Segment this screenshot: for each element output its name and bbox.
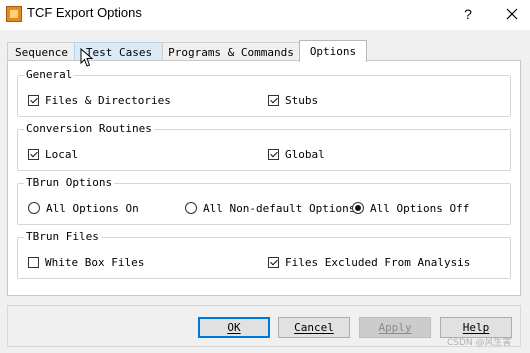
tbrun-files-title: TBrun Files: [24, 230, 101, 244]
watermark: CSDN @风生害: [447, 338, 512, 348]
general-group: General Files & Directories Stubs: [17, 68, 511, 117]
general-group-title: General: [24, 68, 75, 82]
ok-button[interactable]: OK: [198, 317, 270, 338]
global-checkbox[interactable]: [268, 148, 279, 160]
cancel-button[interactable]: Cancel: [278, 317, 350, 338]
tbrun-options-title: TBrun Options: [24, 176, 115, 190]
files-directories-checkbox[interactable]: [28, 94, 39, 106]
stubs-checkbox[interactable]: [268, 94, 279, 106]
all-options-off-option[interactable]: All Options Off: [352, 201, 469, 215]
help-button-label: Help: [462, 321, 490, 334]
files-directories-option[interactable]: Files & Directories: [28, 93, 171, 107]
window-title: TCF Export Options: [27, 5, 142, 20]
mouse-cursor-icon: [80, 48, 94, 67]
white-box-files-label: White Box Files: [45, 255, 145, 269]
all-non-default-radio[interactable]: [185, 202, 197, 214]
ok-button-label: OK: [227, 321, 241, 334]
tab-programs-commands[interactable]: Programs & Commands: [162, 42, 300, 61]
files-excluded-option[interactable]: Files Excluded From Analysis: [268, 255, 470, 269]
tbrun-options-group: TBrun Options All Options On All Non-def…: [17, 176, 511, 225]
all-options-on-option[interactable]: All Options On: [28, 201, 139, 215]
app-icon: [6, 6, 22, 22]
close-icon[interactable]: [497, 2, 527, 26]
all-options-off-radio[interactable]: [352, 202, 364, 214]
all-non-default-option[interactable]: All Non-default Options: [185, 201, 355, 215]
tbrun-files-group: TBrun Files White Box Files Files Exclud…: [17, 230, 511, 279]
help-icon[interactable]: ?: [455, 2, 481, 26]
all-options-on-radio[interactable]: [28, 202, 40, 214]
all-options-on-label: All Options On: [46, 201, 139, 215]
button-bar: OK Cancel Apply Help: [7, 305, 521, 347]
local-label: Local: [45, 147, 79, 161]
stubs-label: Stubs: [285, 93, 319, 107]
cancel-button-label: Cancel: [294, 321, 334, 334]
conversion-group-title: Conversion Routines: [24, 122, 154, 136]
title-bar: TCF Export Options ?: [0, 0, 530, 30]
local-option[interactable]: Local: [28, 147, 78, 161]
options-panel: General Files & Directories Stubs Conver…: [7, 60, 521, 296]
local-checkbox[interactable]: [28, 148, 39, 160]
apply-button[interactable]: Apply: [359, 317, 431, 338]
apply-button-label: Apply: [378, 321, 412, 334]
white-box-files-checkbox[interactable]: [28, 256, 39, 268]
tab-sequence[interactable]: Sequence: [7, 42, 76, 61]
all-options-off-label: All Options Off: [370, 201, 470, 215]
global-label: Global: [285, 147, 325, 161]
all-non-default-label: All Non-default Options: [203, 201, 356, 215]
conversion-routines-group: Conversion Routines Local Global: [17, 122, 511, 171]
files-directories-label: Files & Directories: [45, 93, 171, 107]
files-excluded-label: Files Excluded From Analysis: [285, 255, 471, 269]
stubs-option[interactable]: Stubs: [268, 93, 318, 107]
white-box-files-option[interactable]: White Box Files: [28, 255, 144, 269]
files-excluded-checkbox[interactable]: [268, 256, 279, 268]
global-option[interactable]: Global: [268, 147, 325, 161]
tab-options[interactable]: Options: [299, 40, 367, 62]
